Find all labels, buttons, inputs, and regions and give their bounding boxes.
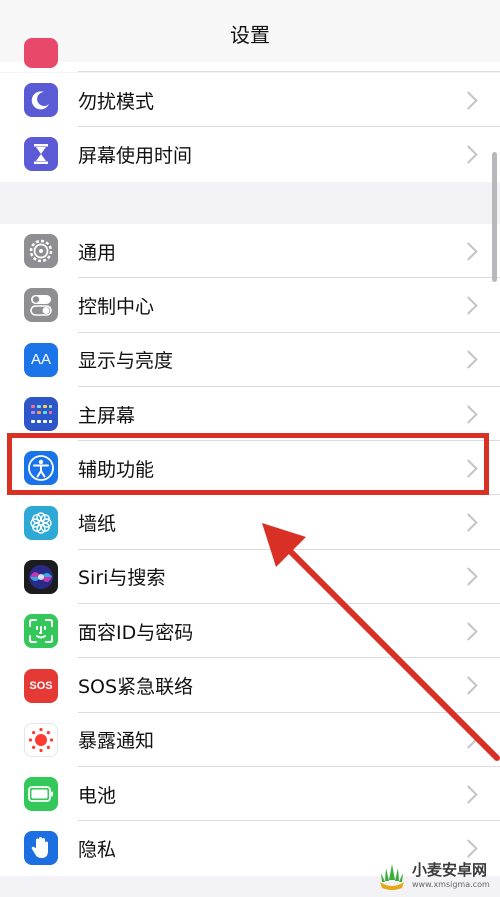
- watermark-title: 小麦安卓网: [412, 861, 488, 879]
- annotation-arrow: [262, 523, 500, 761]
- watermark-logo-icon: [380, 864, 404, 890]
- watermark-url: www.xmsigma.com: [412, 880, 490, 889]
- watermark: 小麦安卓网 www.xmsigma.com: [372, 855, 500, 897]
